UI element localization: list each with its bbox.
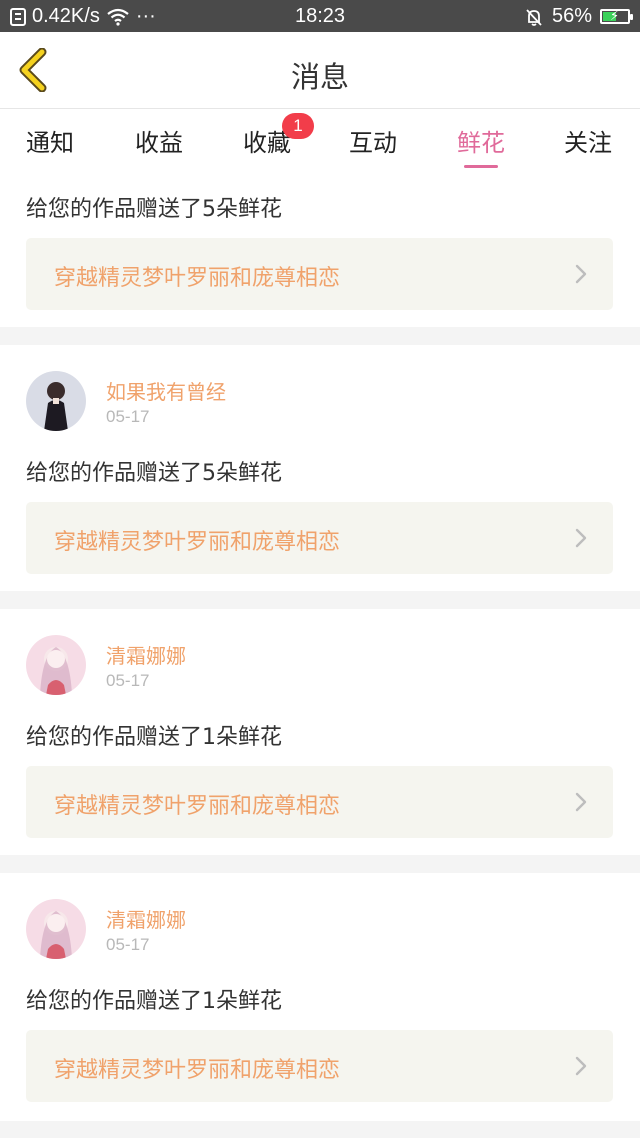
sender-name[interactable]: 如果我有曾经 — [106, 376, 226, 405]
avatar-girl-dark-dress — [26, 371, 86, 431]
status-bar: 0.42K/s ··· 18:23 56% ⚡ — [0, 0, 640, 32]
avatar[interactable] — [26, 371, 86, 431]
tab-label: 鲜花 — [457, 129, 505, 157]
tab-bar: 通知 收益 收藏 1 互动 鲜花 关注 — [0, 109, 640, 171]
battery-percent: 56% — [551, 5, 592, 27]
chevron-right-icon — [575, 1056, 587, 1076]
avatar[interactable] — [26, 635, 86, 695]
unread-badge: 1 — [282, 113, 314, 139]
message-card: 给您的作品赠送了5朵鲜花 穿越精灵梦叶罗丽和庞尊相恋 — [0, 171, 640, 327]
chevron-right-icon — [575, 792, 587, 812]
work-link[interactable]: 穿越精灵梦叶罗丽和庞尊相恋 — [26, 766, 613, 838]
work-title: 穿越精灵梦叶罗丽和庞尊相恋 — [54, 1058, 341, 1083]
active-tab-indicator — [464, 165, 498, 168]
message-date: 05-17 — [106, 935, 150, 954]
tab-label: 通知 — [26, 129, 74, 157]
tab-label: 关注 — [564, 129, 612, 157]
tab-favorites[interactable]: 收藏 1 — [222, 113, 314, 158]
work-title: 穿越精灵梦叶罗丽和庞尊相恋 — [54, 794, 341, 819]
tab-interaction[interactable]: 互动 — [328, 123, 418, 158]
tab-follow[interactable]: 关注 — [543, 123, 633, 158]
message-card: 清霜娜娜 05-17 给您的作品赠送了1朵鲜花 穿越精灵梦叶罗丽和庞尊相恋 — [0, 873, 640, 1121]
work-link[interactable]: 穿越精灵梦叶罗丽和庞尊相恋 — [26, 238, 613, 310]
work-link[interactable]: 穿越精灵梦叶罗丽和庞尊相恋 — [26, 502, 613, 574]
avatar-anime-girl-pink — [26, 635, 86, 695]
chevron-right-icon — [575, 528, 587, 548]
tab-label: 互动 — [349, 129, 397, 157]
message-card: 清霜娜娜 05-17 给您的作品赠送了1朵鲜花 穿越精灵梦叶罗丽和庞尊相恋 — [0, 609, 640, 855]
work-title: 穿越精灵梦叶罗丽和庞尊相恋 — [54, 266, 341, 291]
work-link[interactable]: 穿越精灵梦叶罗丽和庞尊相恋 — [26, 1030, 613, 1102]
tab-flowers[interactable]: 鲜花 — [436, 123, 526, 168]
sender-name[interactable]: 清霜娜娜 — [106, 640, 186, 669]
message-text: 给您的作品赠送了1朵鲜花 — [26, 725, 282, 750]
header: 消息 — [0, 32, 640, 109]
chevron-right-icon — [575, 264, 587, 284]
mute-bell-icon — [526, 8, 542, 26]
tab-notifications[interactable]: 通知 — [5, 123, 95, 158]
message-text: 给您的作品赠送了5朵鲜花 — [26, 461, 282, 486]
battery-icon: ⚡ — [600, 8, 633, 24]
message-text: 给您的作品赠送了1朵鲜花 — [26, 989, 282, 1014]
tab-label: 收益 — [135, 129, 183, 157]
message-card: 如果我有曾经 05-17 给您的作品赠送了5朵鲜花 穿越精灵梦叶罗丽和庞尊相恋 — [0, 345, 640, 591]
message-date: 05-17 — [106, 671, 150, 690]
avatar[interactable] — [26, 899, 86, 959]
tab-earnings[interactable]: 收益 — [114, 123, 204, 158]
page-title: 消息 — [290, 60, 349, 94]
avatar-anime-girl-pink — [26, 899, 86, 959]
message-text: 给您的作品赠送了5朵鲜花 — [26, 197, 282, 222]
sender-name[interactable]: 清霜娜娜 — [106, 904, 186, 933]
message-date: 05-17 — [106, 407, 150, 426]
work-title: 穿越精灵梦叶罗丽和庞尊相恋 — [54, 530, 341, 555]
